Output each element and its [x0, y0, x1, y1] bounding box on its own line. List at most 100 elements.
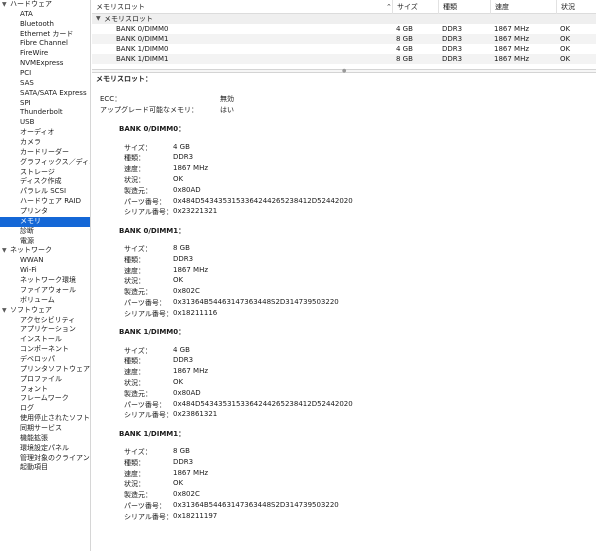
field-value: DDR3: [173, 356, 194, 365]
disclosure-triangle-icon[interactable]: ▼: [2, 306, 7, 316]
field-value: 0x23221321: [173, 207, 218, 216]
sidebar-item[interactable]: Ethernet カード: [0, 30, 90, 40]
sidebar-item[interactable]: メモリ: [0, 216, 90, 227]
sidebar-item[interactable]: カードリーダー: [0, 148, 90, 158]
table-row[interactable]: BANK 1/DIMM0 4 GB DDR3 1867 MHz OK: [92, 44, 596, 54]
table-row[interactable]: BANK 0/DIMM1 8 GB DDR3 1867 MHz OK: [92, 34, 596, 44]
sidebar-group[interactable]: ▼ ネットワーク: [0, 246, 90, 256]
sidebar-item[interactable]: NVMExpress: [0, 59, 90, 69]
sidebar-item-label: ネットワーク: [10, 246, 52, 255]
sidebar-item[interactable]: 起動項目: [0, 463, 90, 473]
column-header-type[interactable]: 種類: [438, 0, 490, 14]
sidebar-item[interactable]: ディスク作成: [0, 177, 90, 187]
table-row[interactable]: BANK 0/DIMM0 4 GB DDR3 1867 MHz OK: [92, 24, 596, 34]
sidebar-item[interactable]: フォント: [0, 385, 90, 395]
sidebar-group[interactable]: ▼ ハードウェア: [0, 0, 90, 10]
upgrade-value: はい: [220, 106, 234, 114]
sidebar-item[interactable]: オーディオ: [0, 128, 90, 138]
field-label: 状況：: [124, 277, 145, 286]
sidebar-item[interactable]: 機能拡張: [0, 434, 90, 444]
column-header-size[interactable]: サイズ: [392, 0, 438, 14]
sidebar-item-label: グラフィックス／ディ…: [20, 157, 90, 166]
sidebar-item[interactable]: 診断: [0, 227, 90, 237]
sidebar-item[interactable]: フレームワーク: [0, 394, 90, 404]
field-value: 0x484D5434353153364244265238412D52442020: [173, 399, 353, 408]
table-cell: OK: [560, 35, 571, 43]
table-cell: 1867 MHz: [494, 45, 530, 53]
field-value: 0x80AD: [173, 185, 201, 194]
sidebar-item[interactable]: SPI: [0, 99, 90, 109]
sidebar-item[interactable]: WWAN: [0, 256, 90, 266]
sidebar-item[interactable]: SAS: [0, 79, 90, 89]
sidebar-item[interactable]: ファイアウォール: [0, 286, 90, 296]
field-label: サイズ：: [124, 245, 152, 253]
sidebar-item-label: プリンタ: [20, 207, 48, 216]
sidebar-group[interactable]: ▼ ソフトウェア: [0, 306, 90, 316]
detail-title: メモリスロット：: [96, 75, 152, 83]
sidebar-item[interactable]: PCI: [0, 69, 90, 79]
disclosure-triangle-icon[interactable]: ▼: [96, 14, 101, 24]
table-row[interactable]: BANK 1/DIMM1 8 GB DDR3 1867 MHz OK: [92, 54, 596, 64]
field-label: 種類：: [124, 357, 145, 366]
main-panel: メモリスロット ⌃ サイズ 種類 速度 状況 ▼ メモリスロット BANK 0/…: [92, 0, 596, 551]
sidebar-item[interactable]: 環境設定パネル: [0, 444, 90, 454]
sidebar-item[interactable]: ストレージ: [0, 168, 90, 178]
sidebar-item[interactable]: Thunderbolt: [0, 108, 90, 118]
sidebar-item[interactable]: アクセシビリティ: [0, 316, 90, 326]
upgrade-label: アップグレード可能なメモリ：: [100, 106, 198, 114]
sidebar-item[interactable]: 使用停止されたソフト…: [0, 414, 90, 424]
sidebar-item[interactable]: 管理対象のクライアン…: [0, 454, 90, 464]
sidebar-item[interactable]: アプリケーション: [0, 325, 90, 335]
field-label: サイズ：: [124, 448, 152, 456]
sidebar-item[interactable]: ボリューム: [0, 296, 90, 306]
field-value: 0x802C: [173, 490, 200, 499]
sidebar-item[interactable]: デベロッパ: [0, 355, 90, 365]
sidebar-item[interactable]: USB: [0, 118, 90, 128]
sidebar-item[interactable]: 電源: [0, 237, 90, 247]
sidebar-item[interactable]: プロファイル: [0, 375, 90, 385]
column-header-status[interactable]: 状況: [556, 0, 596, 14]
column-header-speed[interactable]: 速度: [490, 0, 556, 14]
sidebar-item[interactable]: インストール: [0, 335, 90, 345]
sidebar-item[interactable]: プリンタソフトウェア: [0, 365, 90, 375]
table-cell: BANK 0/DIMM1: [116, 35, 169, 43]
sidebar-item-label: Bluetooth: [20, 19, 54, 28]
sidebar-item[interactable]: ATA: [0, 10, 90, 20]
field-value: 0x18211116: [173, 308, 218, 317]
sidebar-item[interactable]: ログ: [0, 404, 90, 414]
sidebar-item[interactable]: Fibre Channel: [0, 39, 90, 49]
sidebar-item[interactable]: ハードウェア RAID: [0, 197, 90, 207]
bank-title: BANK 0/DIMM1：: [119, 226, 186, 235]
column-header-slot[interactable]: メモリスロット: [92, 0, 386, 14]
sidebar-item[interactable]: 同期サービス: [0, 424, 90, 434]
sidebar-item[interactable]: Bluetooth: [0, 20, 90, 30]
table-group-row[interactable]: ▼ メモリスロット: [92, 14, 596, 24]
split-view-divider[interactable]: ●: [92, 68, 596, 74]
sidebar-item[interactable]: グラフィックス／ディ…: [0, 158, 90, 168]
field-value: 1867 MHz: [173, 468, 209, 477]
field-value: 0x31364B54463147363448S2D314739503220: [173, 298, 339, 306]
sidebar-item[interactable]: SATA/SATA Express: [0, 89, 90, 99]
table-cell: 1867 MHz: [494, 35, 530, 43]
sidebar-item-label: ネットワーク環境: [20, 276, 76, 285]
disclosure-triangle-icon[interactable]: ▼: [2, 0, 7, 10]
field-value: 8 GB: [173, 244, 190, 252]
sidebar-item[interactable]: Wi-Fi: [0, 266, 90, 276]
table-cell: 8 GB: [396, 55, 413, 63]
sidebar-item[interactable]: プリンタ: [0, 207, 90, 217]
sidebar-item-label: 同期サービス: [20, 423, 62, 432]
sidebar-item-label: アプリケーション: [20, 325, 76, 334]
table-cell: DDR3: [442, 25, 463, 33]
ecc-value: 無効: [220, 95, 234, 103]
sidebar-item-label: ハードウェア: [10, 0, 52, 8]
sidebar-item-label: インストール: [20, 335, 62, 344]
sidebar-item[interactable]: ネットワーク環境: [0, 276, 90, 286]
sidebar-item[interactable]: コンポーネント: [0, 345, 90, 355]
bank-title: BANK 1/DIMM0：: [119, 328, 186, 336]
sidebar-item-label: NVMExpress: [20, 59, 64, 68]
sidebar-item-label: ストレージ: [20, 167, 55, 176]
sidebar-item[interactable]: カメラ: [0, 138, 90, 148]
sidebar-item[interactable]: FireWire: [0, 49, 90, 59]
sidebar-item[interactable]: パラレル SCSI: [0, 187, 90, 197]
disclosure-triangle-icon[interactable]: ▼: [2, 246, 7, 256]
